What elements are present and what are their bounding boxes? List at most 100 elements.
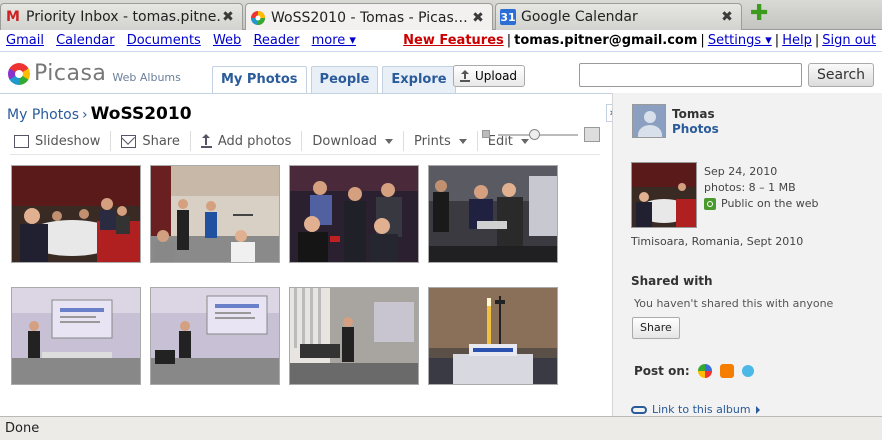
- zoom-small-icon: [482, 130, 490, 138]
- link-icon: [631, 405, 647, 414]
- post-on-row: Post on:: [634, 364, 754, 378]
- status-text: Done: [5, 421, 40, 436]
- divider: [10, 154, 600, 155]
- tab-explore[interactable]: Explore: [382, 66, 456, 93]
- owner-photos-link[interactable]: Photos: [672, 122, 719, 136]
- picasa-icon: [250, 10, 266, 26]
- browser-tab-gmail[interactable]: M Priority Inbox - tomas.pitne… ✖: [0, 3, 243, 30]
- photo-thumbnail[interactable]: [289, 287, 419, 385]
- settings-link[interactable]: Settings ▾: [708, 33, 772, 48]
- slideshow-button[interactable]: Slideshow: [14, 131, 112, 151]
- upload-button[interactable]: Upload: [453, 65, 526, 87]
- prints-menu[interactable]: Prints: [414, 131, 478, 151]
- slideshow-label: Slideshow: [35, 133, 101, 149]
- separator: |: [700, 33, 705, 48]
- visibility-label: Public on the web: [721, 197, 819, 210]
- tab-title: Google Calendar: [521, 9, 638, 25]
- help-link[interactable]: Help: [782, 33, 812, 48]
- new-tab-icon[interactable]: ✚: [750, 3, 768, 25]
- photo-thumbnail[interactable]: [11, 287, 141, 385]
- browser-status-bar: Done: [0, 416, 882, 440]
- link-to-album[interactable]: Link to this album: [631, 403, 760, 416]
- share-toolbar-button[interactable]: Share: [121, 131, 191, 151]
- gbar-link-reader[interactable]: Reader: [253, 33, 299, 48]
- tab-people[interactable]: People: [310, 66, 379, 93]
- album-meta: Sep 24, 2010 photos: 8 – 1 MB Public on …: [704, 164, 819, 212]
- upload-icon: [460, 69, 470, 82]
- post-on-label: Post on:: [634, 364, 690, 378]
- photo-thumbnail[interactable]: [428, 287, 558, 385]
- mail-icon: [121, 134, 137, 148]
- breadcrumb: My Photos › WoSS2010: [7, 104, 192, 124]
- gbar-link-gmail[interactable]: Gmail: [6, 33, 44, 48]
- prints-label: Prints: [414, 133, 451, 149]
- picasa-logo-icon: [8, 62, 30, 85]
- album-cover: [631, 162, 697, 228]
- gbar-link-calendar[interactable]: Calendar: [56, 33, 114, 48]
- album-description: Timisoara, Romania, Sept 2010: [631, 235, 804, 248]
- browser-tab-calendar[interactable]: 31 Google Calendar ✖: [495, 3, 742, 30]
- chevron-right-icon: [755, 405, 760, 414]
- add-photos-button[interactable]: Add photos: [200, 131, 303, 151]
- owner-name: Tomas: [672, 107, 715, 121]
- logo-word: Picasa: [34, 61, 107, 86]
- tab-title: WoSS2010 - Tomas - Picas…: [271, 9, 468, 26]
- new-features-link[interactable]: New Features: [403, 33, 504, 48]
- close-tab-icon[interactable]: ✖: [719, 9, 735, 25]
- search-input[interactable]: [579, 63, 802, 87]
- link-album-label: Link to this album: [652, 403, 751, 416]
- picasa-tabs: My Photos People Explore: [212, 66, 460, 93]
- picasa-logo[interactable]: Picasa Web Albums: [8, 61, 181, 86]
- blogger-icon[interactable]: [719, 364, 734, 378]
- gbar-link-web[interactable]: Web: [213, 33, 241, 48]
- calendar-icon: 31: [500, 9, 516, 25]
- separator: |: [814, 33, 820, 48]
- separator: |: [506, 33, 512, 48]
- album-toolbar: Slideshow Share Add photos Download Prin…: [14, 130, 549, 152]
- close-tab-icon[interactable]: ✖: [470, 10, 486, 26]
- upload-icon: [200, 133, 212, 148]
- slideshow-icon: [14, 134, 29, 148]
- photo-thumbnail[interactable]: [289, 165, 419, 263]
- twitter-icon[interactable]: [741, 365, 754, 377]
- gbar-link-more[interactable]: more ▾: [312, 33, 356, 48]
- google-bar: Gmail Calendar Documents Web Reader more…: [0, 30, 882, 52]
- zoom-knob[interactable]: [529, 129, 540, 140]
- photo-thumbnail[interactable]: [11, 165, 141, 263]
- share-button[interactable]: Share: [632, 317, 680, 339]
- account-email: tomas.pitner@gmail.com: [514, 33, 698, 48]
- breadcrumb-my-photos[interactable]: My Photos: [7, 107, 79, 123]
- picasa-header: Picasa Web Albums My Photos People Explo…: [0, 53, 882, 93]
- tab-my-photos[interactable]: My Photos: [212, 66, 307, 93]
- photo-thumbnail[interactable]: [150, 165, 280, 263]
- google-buzz-icon[interactable]: [697, 364, 712, 378]
- shared-heading: Shared with: [631, 274, 713, 288]
- browser-tab-picasa[interactable]: WoSS2010 - Tomas - Picas… ✖: [245, 3, 493, 31]
- zoom-slider[interactable]: [482, 127, 602, 143]
- breadcrumb-arrow: ›: [82, 107, 88, 123]
- close-tab-icon[interactable]: ✖: [220, 9, 236, 25]
- visibility-row: Public on the web: [704, 196, 819, 212]
- photo-thumbnail[interactable]: [428, 165, 558, 263]
- shared-text: You haven't shared this with anyone: [634, 297, 834, 310]
- download-menu[interactable]: Download: [312, 131, 405, 151]
- photo-thumbnail[interactable]: [150, 287, 280, 385]
- zoom-large-icon: [584, 127, 600, 142]
- album-sidebar: Tomas Photos Sep 24, 2010 photos: 8 – 1 …: [612, 93, 882, 416]
- separator: |: [774, 33, 780, 48]
- tab-title: Priority Inbox - tomas.pitne…: [26, 9, 220, 25]
- browser-tab-bar: M Priority Inbox - tomas.pitne… ✖ WoSS20…: [0, 0, 882, 31]
- chevron-down-icon: [385, 138, 394, 144]
- album-date: Sep 24, 2010: [704, 165, 778, 178]
- search-button[interactable]: Search: [808, 63, 874, 87]
- sign-out-link[interactable]: Sign out: [822, 33, 876, 48]
- album-title: WoSS2010: [90, 104, 192, 124]
- album-photo-count: photos: 8 – 1 MB: [704, 181, 796, 194]
- add-photos-label: Add photos: [217, 133, 292, 149]
- gmail-icon: M: [6, 9, 20, 25]
- gbar-link-documents[interactable]: Documents: [127, 33, 201, 48]
- avatar[interactable]: [632, 104, 666, 138]
- album-panel: My Photos › WoSS2010 Slideshow Share Add p…: [0, 93, 612, 416]
- public-icon: [704, 198, 716, 210]
- upload-label: Upload: [475, 69, 518, 83]
